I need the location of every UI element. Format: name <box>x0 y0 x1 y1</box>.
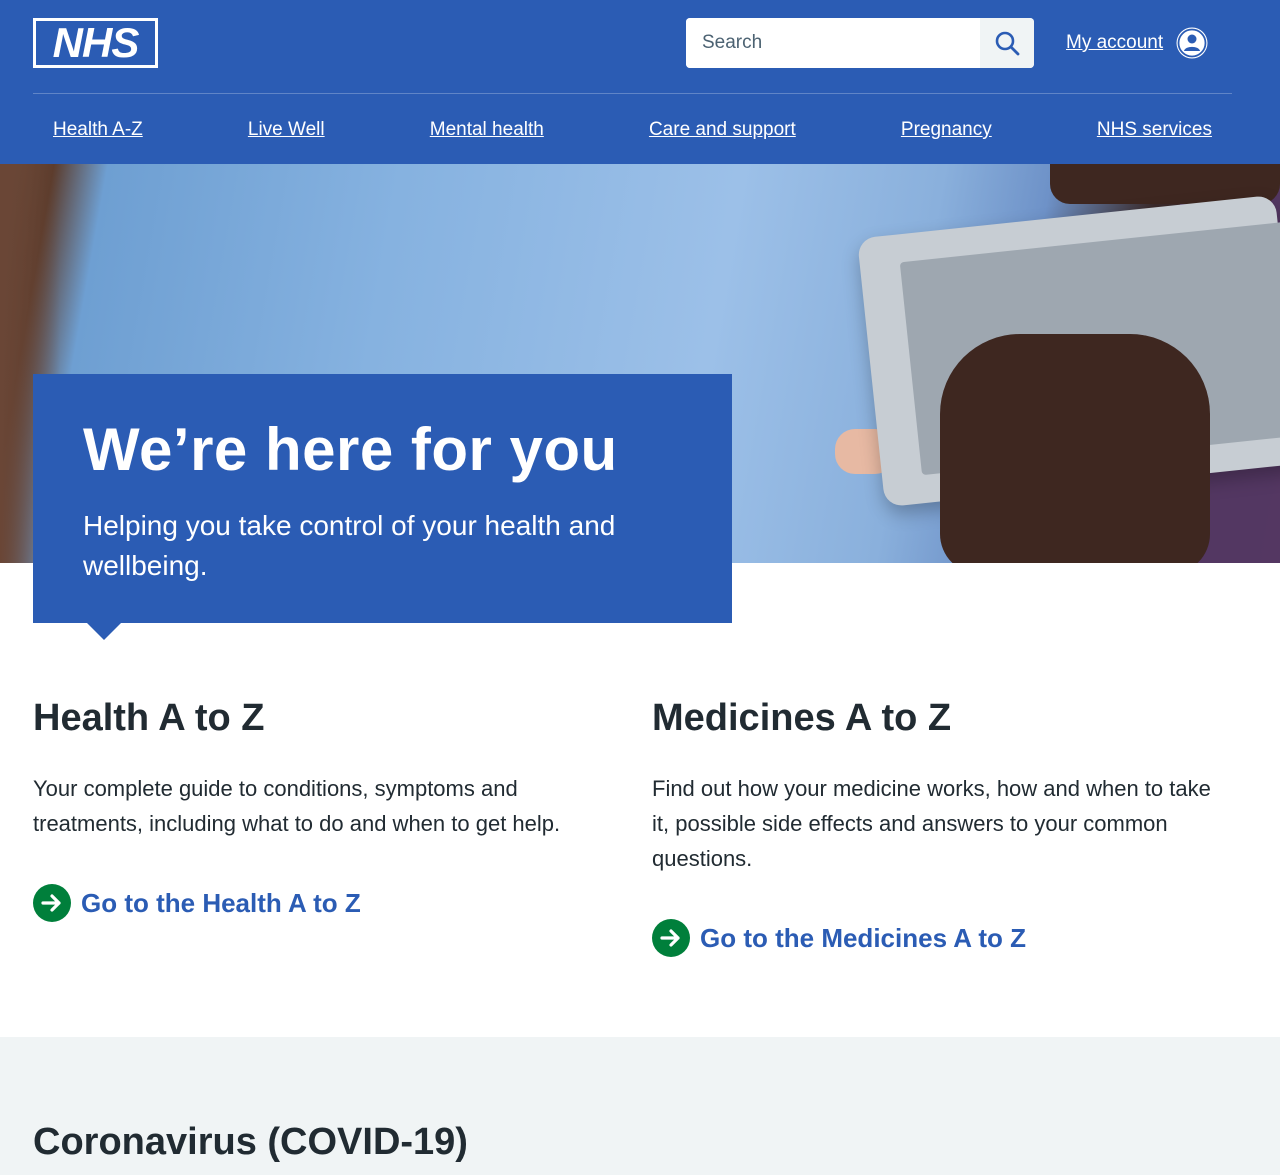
nav-link-care-and-support[interactable]: Care and support <box>649 112 796 148</box>
arrow-right-circle-icon[interactable] <box>33 884 71 922</box>
hero-title: We’re here for you <box>83 416 618 483</box>
search-form <box>686 18 1034 68</box>
nav-divider <box>33 93 1232 94</box>
arrow-right-circle-icon[interactable] <box>652 919 690 957</box>
nav-link-nhs-services[interactable]: NHS services <box>1097 112 1212 148</box>
nav-link-pregnancy[interactable]: Pregnancy <box>901 112 992 148</box>
nav-link-mental-health[interactable]: Mental health <box>430 112 544 148</box>
search-button[interactable] <box>980 18 1034 68</box>
health-a-z-heading: Health A to Z <box>33 697 265 739</box>
medicines-a-z-heading: Medicines A to Z <box>652 697 952 739</box>
hero-subtitle: Helping you take control of your health … <box>83 510 616 581</box>
medicines-a-z-description: Find out how your medicine works, how an… <box>652 776 1211 871</box>
hero-banner: We’re here for you Helping you take cont… <box>33 374 732 623</box>
health-a-z-description: Your complete guide to conditions, sympt… <box>33 776 561 836</box>
health-a-z-action[interactable]: Go to the Health A to Z <box>33 884 603 922</box>
site-header: NHS My account Health A-Z Live Well Ment… <box>0 0 1280 164</box>
nhs-logo-text: NHS <box>36 21 155 65</box>
covid-section: Coronavirus (COVID-19) <box>0 1037 1280 1175</box>
go-to-health-a-z-link[interactable]: Go to the Health A to Z <box>81 888 361 919</box>
search-icon <box>995 31 1020 56</box>
nav-link-live-well[interactable]: Live Well <box>248 112 325 148</box>
primary-nav: Health A-Z Live Well Mental health Care … <box>33 112 1232 148</box>
hero-banner-pointer <box>86 622 122 640</box>
covid-heading: Coronavirus (COVID-19) <box>33 1121 468 1163</box>
hero-image-hand <box>940 334 1210 563</box>
medicines-a-z-action[interactable]: Go to the Medicines A to Z <box>652 919 1222 957</box>
search-input[interactable] <box>686 18 980 68</box>
health-a-z-section: Health A to Z Your complete guide to con… <box>33 690 603 922</box>
account-area: My account <box>1066 26 1209 60</box>
user-icon[interactable] <box>1175 26 1209 60</box>
go-to-medicines-a-z-link[interactable]: Go to the Medicines A to Z <box>700 923 1026 954</box>
nhs-logo[interactable]: NHS <box>33 18 158 68</box>
medicines-a-z-section: Medicines A to Z Find out how your medic… <box>652 690 1222 957</box>
my-account-link[interactable]: My account <box>1066 32 1163 54</box>
nav-link-health-a-z[interactable]: Health A-Z <box>53 112 143 148</box>
